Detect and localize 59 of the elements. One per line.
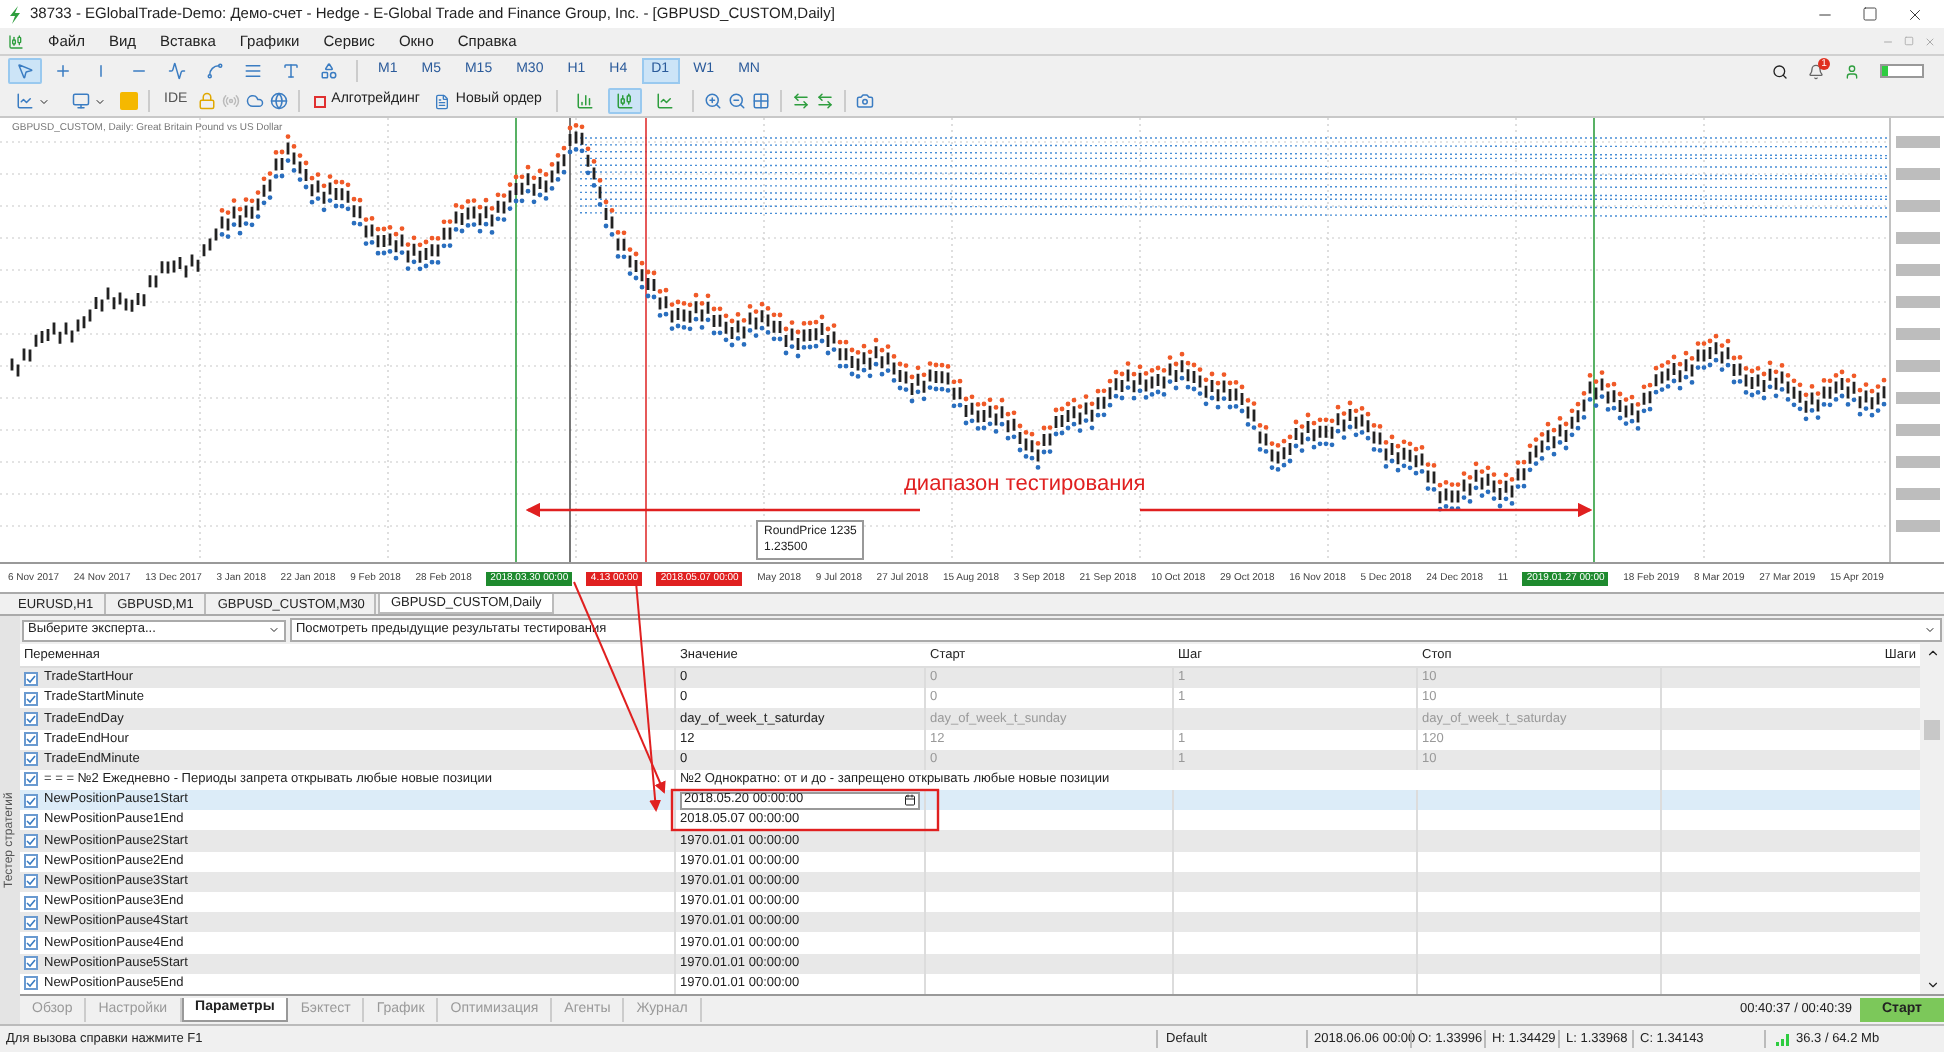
checkbox[interactable] (24, 691, 38, 706)
checkbox[interactable] (24, 752, 38, 767)
order-icon (433, 93, 450, 109)
checkbox[interactable] (24, 915, 38, 930)
checkbox[interactable] (24, 976, 38, 991)
calendar-icon[interactable] (904, 794, 916, 807)
candles-mode[interactable] (607, 88, 642, 114)
scroll-up-icon[interactable] (1925, 646, 1939, 660)
maximize-icon[interactable] (1862, 5, 1878, 21)
line-chart-icon (16, 92, 34, 110)
zoom-out-icon[interactable] (727, 92, 746, 110)
checkbox[interactable] (24, 834, 38, 849)
checkbox[interactable] (24, 895, 38, 910)
range-annotation: диапазон тестирования (904, 470, 1146, 500)
notification-icon[interactable] (1808, 63, 1824, 79)
chart-icon[interactable] (8, 33, 24, 49)
search-icon[interactable] (1772, 63, 1788, 79)
curve-icon (206, 62, 224, 80)
app-logo-icon (8, 5, 22, 23)
shapes-icon (320, 62, 338, 80)
caret-icon (38, 95, 50, 107)
checkbox[interactable] (24, 732, 38, 747)
text-icon (282, 62, 300, 80)
screenshot-icon[interactable] (855, 92, 874, 110)
checkbox[interactable] (24, 711, 38, 726)
monitor-icon (72, 92, 90, 110)
scrollbar[interactable] (1920, 644, 1944, 994)
checkbox[interactable] (24, 793, 38, 808)
checkbox[interactable] (24, 874, 38, 889)
globe-icon[interactable] (269, 92, 288, 110)
caret-icon (94, 95, 106, 107)
checkbox[interactable] (24, 671, 38, 686)
autoscroll-icon[interactable] (815, 92, 834, 110)
grid-icon[interactable] (751, 92, 770, 110)
line-chart-icon (655, 92, 674, 110)
crosshair-icon (54, 62, 72, 80)
zoom-in-icon[interactable] (703, 92, 722, 110)
cloud-icon[interactable] (245, 92, 264, 110)
bar-chart-icon (575, 92, 594, 110)
candlestick-icon (615, 92, 634, 110)
scroll-thumb[interactable] (1924, 719, 1940, 740)
caret-icon (268, 624, 280, 636)
user-icon[interactable] (1844, 63, 1860, 79)
stop-icon (313, 95, 326, 107)
checkbox[interactable] (24, 854, 38, 869)
signal-bars-icon (1776, 1033, 1790, 1045)
connection-meter (1880, 64, 1924, 78)
cursor-tool[interactable] (8, 58, 42, 84)
cursor-icon (16, 62, 34, 80)
shift-icon[interactable] (791, 92, 810, 110)
caret-icon (1924, 624, 1936, 636)
checkbox[interactable] (24, 956, 38, 971)
checkbox[interactable] (24, 813, 38, 828)
checkbox[interactable] (24, 772, 38, 787)
close-icon[interactable] (1906, 5, 1924, 23)
scroll-down-icon[interactable] (1925, 977, 1939, 992)
trend-line-icon (168, 62, 186, 80)
lines-icon (244, 62, 262, 80)
checkbox[interactable] (24, 935, 38, 950)
